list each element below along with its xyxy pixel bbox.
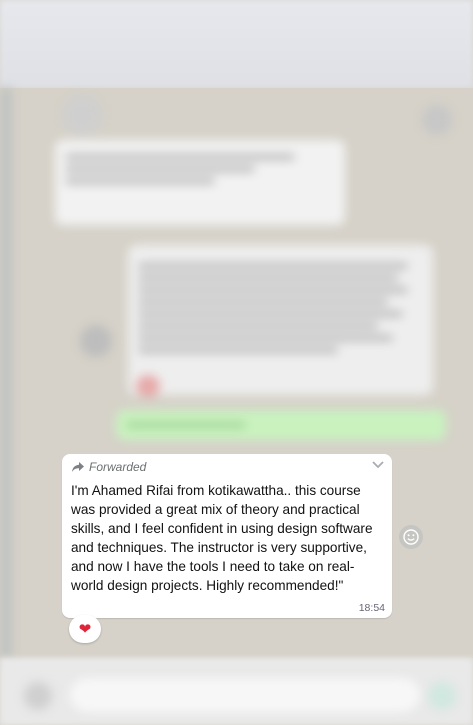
avatar	[62, 95, 102, 135]
top-bar	[0, 0, 473, 88]
forwarded-text: Forwarded	[89, 460, 147, 474]
emoji-icon[interactable]	[399, 525, 423, 549]
heart-icon: ❤	[78, 621, 92, 638]
message-input[interactable]	[70, 678, 420, 712]
mic-icon[interactable]	[428, 682, 456, 710]
header-action-icon	[422, 105, 452, 135]
quoted-message	[55, 140, 345, 225]
message-time: 18:54	[358, 602, 385, 614]
forwarded-message-bubble[interactable]: Forwarded I'm Ahamed Rifai from kotikawa…	[62, 454, 392, 618]
message-text: I'm Ahamed Rifai from kotikawattha.. thi…	[71, 483, 377, 593]
heart-reaction[interactable]: ❤	[69, 615, 101, 643]
play-button	[80, 325, 112, 357]
forwarded-label: Forwarded	[71, 460, 146, 474]
sidebar-strip	[0, 88, 12, 658]
plus-icon[interactable]	[24, 682, 52, 710]
outgoing-message	[116, 410, 446, 440]
image-message	[128, 245, 433, 395]
reaction-blurred	[136, 375, 160, 397]
forward-arrow-icon	[71, 461, 85, 473]
chevron-down-icon[interactable]	[372, 460, 384, 472]
